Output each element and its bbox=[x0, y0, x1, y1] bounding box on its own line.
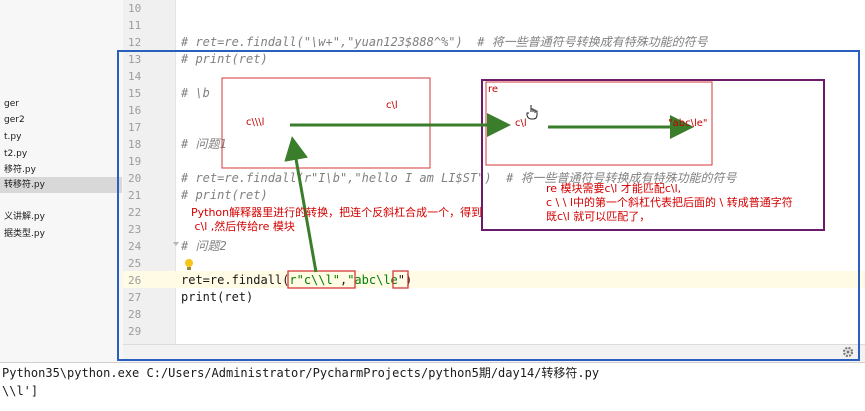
raw-string-red-box bbox=[287, 270, 356, 289]
re-label: re bbox=[488, 84, 499, 95]
re-module-note: re 模块需要c\l 才能匹配c\l, c \ \ l中的第一个斜杠代表把后面的… bbox=[546, 182, 793, 223]
left-box-label: c\\\l bbox=[246, 117, 265, 128]
left-box-top-label: c\l bbox=[386, 100, 398, 111]
hand-cursor-icon bbox=[526, 105, 538, 120]
re-input-label: c\l bbox=[515, 118, 527, 129]
python-conversion-note: Python解释器里进行的转换，把连个反斜杠合成一个，得到 c\l ,然后传给r… bbox=[191, 206, 483, 233]
result-label: "abc\le" bbox=[668, 118, 708, 129]
escape-red-box bbox=[392, 270, 409, 289]
